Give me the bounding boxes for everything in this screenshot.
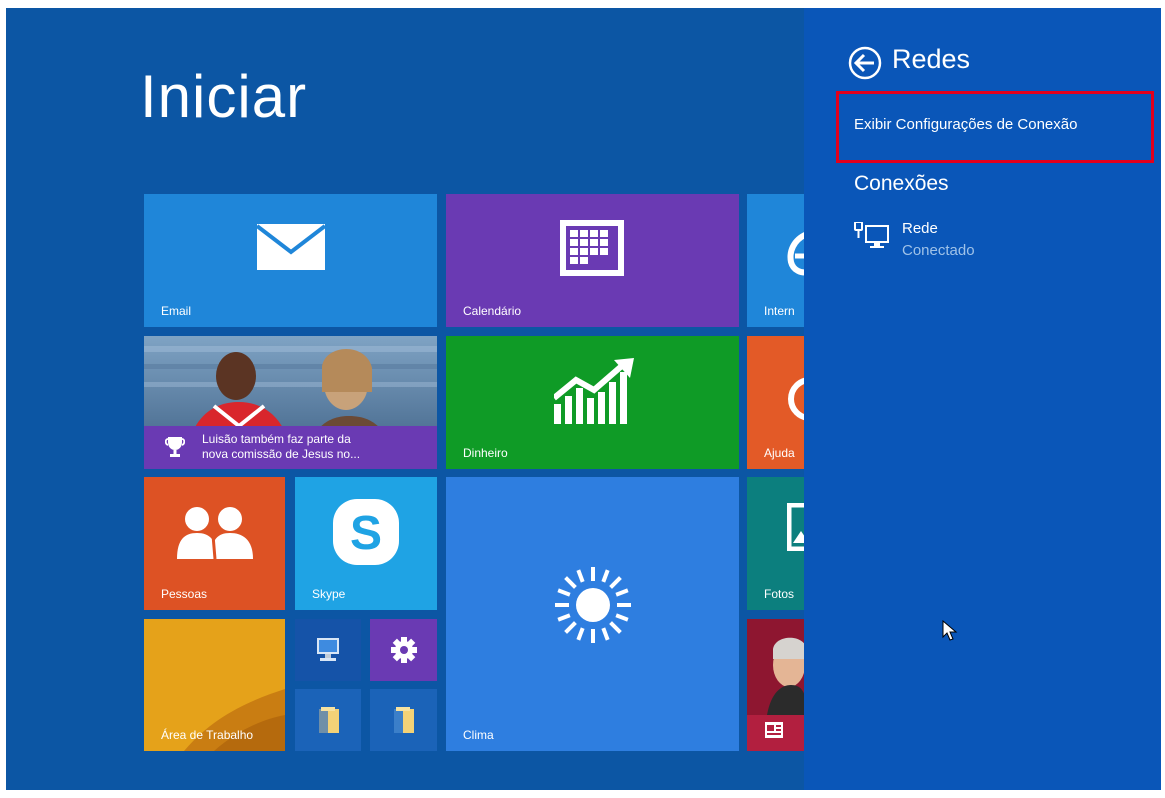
tile-label: Intern bbox=[764, 304, 795, 318]
tile-money[interactable]: Dinheiro bbox=[446, 336, 739, 469]
trophy-icon bbox=[165, 437, 185, 457]
tile-file-explorer[interactable] bbox=[295, 689, 361, 751]
tile-people[interactable]: Pessoas bbox=[144, 477, 285, 610]
start-screen: Iniciar Email Calendário Intern Luisão t… bbox=[6, 8, 1161, 790]
mouse-cursor-icon bbox=[942, 620, 958, 641]
tile-file-explorer-2[interactable] bbox=[370, 689, 437, 751]
network-connection-item[interactable]: Rede Conectado bbox=[854, 216, 1104, 266]
computer-icon bbox=[317, 638, 339, 661]
skype-icon: S bbox=[333, 499, 399, 565]
folder-icon bbox=[319, 707, 339, 733]
news-headline-line1: Luisão também faz parte da bbox=[202, 432, 351, 446]
network-status: Conectado bbox=[902, 242, 975, 259]
tile-email[interactable]: Email bbox=[144, 194, 437, 327]
svg-text:S: S bbox=[350, 507, 382, 560]
sun-icon bbox=[555, 567, 631, 643]
tile-pc-settings[interactable] bbox=[370, 619, 437, 681]
connections-heading: Conexões bbox=[854, 172, 949, 195]
tile-label: Ajuda bbox=[764, 446, 795, 460]
tile-label: Skype bbox=[312, 587, 346, 601]
view-connection-settings-link[interactable]: Exibir Configurações de Conexão bbox=[836, 91, 1154, 163]
tile-label: Email bbox=[161, 304, 192, 318]
tile-help[interactable]: Ajuda bbox=[747, 336, 807, 469]
tile-photos[interactable]: Fotos bbox=[747, 477, 807, 610]
gear-icon bbox=[391, 637, 417, 663]
tile-internet-explorer[interactable]: Intern bbox=[747, 194, 807, 327]
tile-label: Pessoas bbox=[161, 587, 208, 601]
tile-label: Clima bbox=[463, 728, 494, 742]
newspaper-icon bbox=[765, 722, 783, 738]
calendar-icon bbox=[560, 220, 624, 276]
tile-this-pc[interactable] bbox=[295, 619, 361, 681]
start-title: Iniciar bbox=[140, 63, 308, 130]
tile-skype[interactable]: S Skype bbox=[295, 477, 437, 610]
networks-panel: Redes Exibir Configurações de Conexão Co… bbox=[804, 8, 1161, 790]
wired-network-icon bbox=[854, 222, 889, 248]
people-icon bbox=[177, 507, 253, 559]
folder-icon bbox=[394, 707, 414, 733]
tile-desktop[interactable]: Área de Trabalho bbox=[144, 619, 285, 751]
tile-news[interactable] bbox=[747, 619, 807, 751]
tile-label: Área de Trabalho bbox=[161, 728, 254, 742]
news-headline-line2: nova comissão de Jesus no... bbox=[202, 447, 361, 461]
chart-up-icon bbox=[554, 358, 634, 424]
tile-label: Dinheiro bbox=[463, 446, 508, 460]
tile-label: Calendário bbox=[463, 304, 522, 318]
back-arrow-icon[interactable] bbox=[848, 46, 882, 80]
view-connection-settings-label: Exibir Configurações de Conexão bbox=[854, 116, 1078, 133]
panel-title: Redes bbox=[892, 44, 971, 74]
tile-label: Fotos bbox=[764, 587, 795, 601]
tile-sports-news[interactable]: Luisão também faz parte da nova comissão… bbox=[144, 336, 437, 469]
tile-weather[interactable]: Clima bbox=[446, 477, 739, 751]
mail-icon bbox=[257, 224, 325, 270]
tile-calendar[interactable]: Calendário bbox=[446, 194, 739, 327]
network-name: Rede bbox=[902, 220, 938, 237]
